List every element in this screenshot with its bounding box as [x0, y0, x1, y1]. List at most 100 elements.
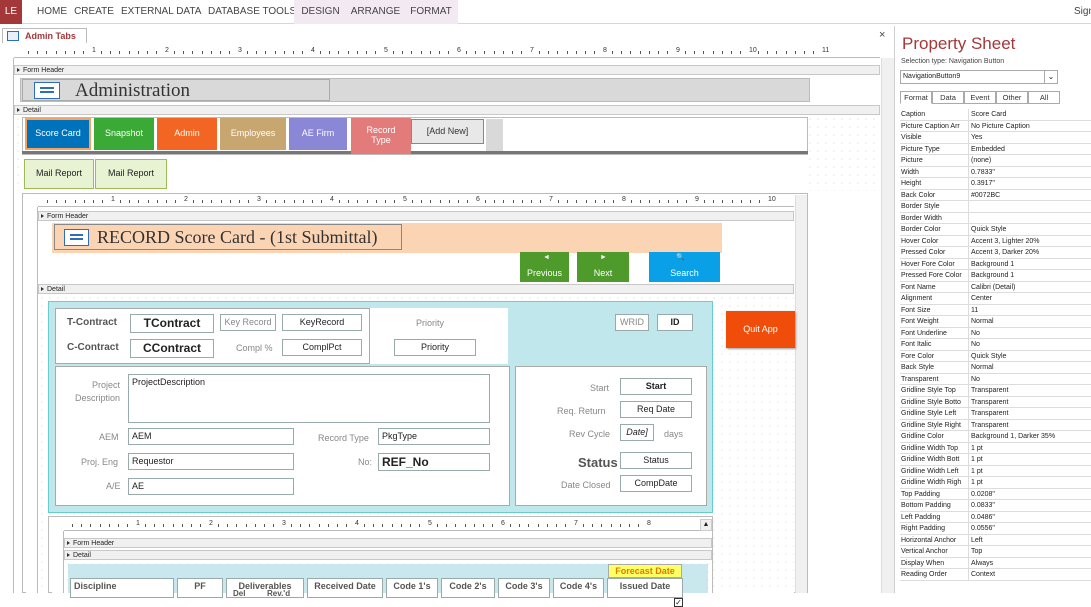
property-row[interactable]: Transparent No [900, 373, 1091, 385]
tab-format[interactable]: FORMAT [404, 0, 458, 24]
property-value[interactable]: 0.0486" [969, 512, 1091, 523]
start-field[interactable]: Start [620, 378, 692, 395]
detail-bar[interactable]: Detail [14, 105, 880, 115]
property-value[interactable]: Embedded [969, 144, 1091, 155]
close-icon[interactable]: × [879, 29, 885, 41]
tab-create[interactable]: CREATE [74, 0, 114, 24]
tab-arrange[interactable]: ARRANGE [347, 0, 404, 24]
property-row[interactable]: Display When Always [900, 557, 1091, 569]
score-title-box[interactable]: RECORD Score Card - (1st Submittal) [54, 224, 402, 250]
admin-title-box[interactable]: Administration [22, 79, 330, 101]
chevron-down-icon[interactable]: ⌄ [1044, 71, 1057, 83]
add-new-tab[interactable]: [Add New] [411, 119, 484, 144]
project-description-field[interactable]: ProjectDescription [128, 374, 490, 423]
tab-design[interactable]: DESIGN [294, 0, 347, 24]
property-row[interactable]: Bottom Padding 0.0833" [900, 500, 1091, 512]
ps-tab-other[interactable]: Other [996, 91, 1028, 104]
property-row[interactable]: Reading Order Context [900, 569, 1091, 581]
document-tab-admin-tabs[interactable]: Admin Tabs [2, 28, 87, 43]
property-value[interactable]: Left [969, 535, 1091, 546]
property-value[interactable]: Transparent [969, 420, 1091, 431]
property-value[interactable]: No [969, 374, 1091, 385]
property-value[interactable]: Quick Style [969, 351, 1091, 362]
priority-field[interactable]: Priority [394, 339, 476, 356]
property-row[interactable]: Back Color #0072BC [900, 189, 1091, 201]
sign-in-link[interactable]: Sign [1074, 0, 1091, 24]
property-row[interactable]: Gridline Style Botto Transparent [900, 396, 1091, 408]
property-row[interactable]: Hover Color Accent 3, Lighter 20% [900, 235, 1091, 247]
property-row[interactable]: Pressed Fore Color Background 1 [900, 270, 1091, 282]
property-row[interactable]: Font Size 11 [900, 304, 1091, 316]
property-row[interactable]: Horizontal Anchor Left [900, 534, 1091, 546]
property-value[interactable]: Top [969, 546, 1091, 557]
nav-tab-snapshot[interactable]: Snapshot [94, 118, 154, 150]
t-contract-field[interactable]: TContract [130, 314, 214, 333]
property-value[interactable]: 0.0833" [969, 500, 1091, 511]
property-value[interactable] [969, 213, 1091, 224]
property-value[interactable]: Transparent [969, 397, 1091, 408]
property-value[interactable]: 1 pt [969, 443, 1091, 454]
property-value[interactable]: Yes [969, 132, 1091, 143]
record-type-field[interactable]: PkgType [378, 428, 490, 445]
form-header-bar[interactable]: Form Header [14, 65, 880, 75]
score-detail-bar[interactable]: Detail [38, 284, 794, 294]
key-record-field[interactable]: KeyRecord [282, 314, 362, 331]
property-row[interactable]: Top Padding 0.0208" [900, 488, 1091, 500]
property-value[interactable]: 0.0556" [969, 523, 1091, 534]
ae-field[interactable]: AE [128, 478, 294, 495]
nested-scroll-up-icon[interactable]: ▲ [700, 519, 712, 531]
property-value[interactable]: 0.7833" [969, 167, 1091, 178]
property-row[interactable]: Visible Yes [900, 132, 1091, 144]
tab-database-tools[interactable]: DATABASE TOOLS [208, 0, 296, 24]
nav-tab-score-card[interactable]: Score Card [25, 118, 91, 150]
ps-tab-all[interactable]: All [1028, 91, 1060, 104]
property-row[interactable]: Border Style [900, 201, 1091, 213]
property-value[interactable]: Quick Style [969, 224, 1091, 235]
property-value[interactable]: Transparent [969, 408, 1091, 419]
compl-field[interactable]: ComplPct [282, 339, 362, 356]
nav-tab-record-type[interactable]: Record Type [351, 118, 411, 154]
property-row[interactable]: Picture (none) [900, 155, 1091, 167]
sub-tab-mail-report[interactable]: Mail Report [24, 159, 94, 189]
property-row[interactable]: Gridline Style Right Transparent [900, 419, 1091, 431]
property-value[interactable]: Normal [969, 362, 1091, 373]
main-vertical-scrollbar[interactable] [881, 58, 894, 593]
property-value[interactable]: 1 pt [969, 466, 1091, 477]
property-row[interactable]: Gridline Color Background 1, Darker 35% [900, 431, 1091, 443]
property-row[interactable]: Gridline Style Top Transparent [900, 385, 1091, 397]
req-date-field[interactable]: Req Date [620, 401, 692, 418]
property-row[interactable]: Right Padding 0.0556" [900, 523, 1091, 535]
proj-eng-field[interactable]: Requestor [128, 453, 294, 470]
tab-home[interactable]: HOME [33, 0, 71, 24]
property-row[interactable]: Left Padding 0.0486" [900, 511, 1091, 523]
property-value[interactable]: Always [969, 558, 1091, 569]
ps-tab-format[interactable]: Format [900, 91, 932, 104]
property-row[interactable]: Font Name Calibri (Detail) [900, 281, 1091, 293]
object-selector[interactable]: NavigationButton9 ⌄ [900, 70, 1058, 84]
property-value[interactable]: Transparent [969, 385, 1091, 396]
property-row[interactable]: Pressed Color Accent 3, Darker 20% [900, 247, 1091, 259]
issued-checkbox[interactable]: ✓ [674, 598, 683, 607]
property-value[interactable]: Score Card [969, 109, 1091, 120]
ref-no-field[interactable]: REF_No [378, 453, 490, 471]
property-row[interactable]: Back Style Normal [900, 362, 1091, 374]
property-value[interactable]: No [969, 339, 1091, 350]
property-row[interactable]: Gridline Style Left Transparent [900, 408, 1091, 420]
property-value[interactable]: #0072BC [969, 190, 1091, 201]
property-value[interactable]: Normal [969, 316, 1091, 327]
nested-form-header-bar[interactable]: Form Header [64, 538, 712, 548]
aem-field[interactable]: AEM [128, 428, 294, 445]
property-row[interactable]: Font Italic No [900, 339, 1091, 351]
property-row[interactable]: Picture Caption Arr No Picture Caption [900, 120, 1091, 132]
property-row[interactable]: Border Width [900, 212, 1091, 224]
wrid-field[interactable]: ID [657, 314, 693, 331]
property-row[interactable]: Gridline Width Top 1 pt [900, 442, 1091, 454]
property-value[interactable]: Accent 3, Lighter 20% [969, 236, 1091, 247]
property-value[interactable]: Background 1 [969, 259, 1091, 270]
property-row[interactable]: Caption Score Card [900, 109, 1091, 121]
property-value[interactable] [969, 201, 1091, 212]
property-value[interactable]: Background 1 [969, 270, 1091, 281]
property-value[interactable]: Context [969, 569, 1091, 580]
property-row[interactable]: Gridline Width Righ 1 pt [900, 477, 1091, 489]
property-row[interactable]: Gridline Width Bott 1 pt [900, 454, 1091, 466]
